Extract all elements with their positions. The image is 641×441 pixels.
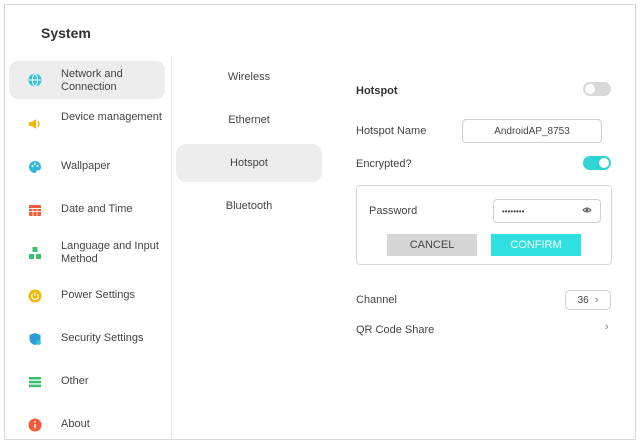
speaker-icon <box>27 116 43 132</box>
toggle-knob <box>599 158 609 168</box>
sidebar-item-wallpaper[interactable]: Wallpaper <box>9 148 165 186</box>
sidebar-item-other[interactable]: Other <box>9 363 165 401</box>
list-icon <box>27 374 43 390</box>
sidebar-item-label: Power Settings <box>61 289 135 301</box>
tab-ethernet[interactable]: Ethernet <box>176 101 322 139</box>
channel-selector[interactable]: 36 › <box>565 290 611 310</box>
power-icon <box>27 288 43 304</box>
app-title: System <box>41 25 91 41</box>
channel-label: Channel <box>356 294 397 306</box>
sidebar-item-label: Wallpaper <box>61 160 111 172</box>
sidebar-item-device[interactable]: Device management <box>9 105 165 143</box>
channel-value: 36 <box>577 294 589 306</box>
sidebar-item-language[interactable]: Language and Input Method <box>9 234 165 272</box>
sidebar-item-label: Security Settings <box>61 332 144 344</box>
qr-chevron-right-icon[interactable]: › <box>605 321 609 333</box>
palette-icon <box>27 159 43 175</box>
sidebar-item-security[interactable]: Security Settings <box>9 320 165 358</box>
settings-window: System Network and Connection Device man… <box>4 4 636 440</box>
tab-wireless[interactable]: Wireless <box>176 58 322 96</box>
sidebar-item-network[interactable]: Network and Connection <box>9 61 165 99</box>
globe-icon <box>27 72 43 88</box>
tab-hotspot[interactable]: Hotspot <box>176 144 322 182</box>
sidebar-item-label: Network and Connection <box>61 68 123 93</box>
cancel-button[interactable]: CANCEL <box>387 234 477 256</box>
tab-bluetooth[interactable]: Bluetooth <box>176 187 322 225</box>
encrypted-toggle[interactable] <box>583 156 611 170</box>
qr-code-label: QR Code Share <box>356 324 435 336</box>
password-label: Password <box>369 205 418 217</box>
toggle-knob <box>585 84 595 94</box>
sidebar-divider <box>171 57 172 439</box>
encrypted-label: Encrypted? <box>356 158 412 170</box>
password-dialog: Password •••••••• CANCEL CONFIRM <box>356 185 612 265</box>
sidebar-item-label: Other <box>61 375 89 387</box>
hotspot-name-label: Hotspot Name <box>356 125 427 137</box>
hotspot-name-field[interactable]: AndroidAP_8753 <box>462 119 602 143</box>
sidebar-item-label: Date and Time <box>61 203 133 215</box>
password-value: •••••••• <box>502 206 525 216</box>
info-icon <box>27 417 43 433</box>
shield-icon <box>27 331 43 347</box>
sidebar-item-label: Language and Input Method <box>61 240 159 265</box>
calendar-icon <box>27 202 43 218</box>
sidebar-item-label: Device management <box>61 111 162 123</box>
sidebar: Network and Connection Device management… <box>5 57 171 439</box>
language-icon <box>27 245 43 261</box>
chevron-right-icon: › <box>594 294 599 306</box>
password-field[interactable]: •••••••• <box>493 199 601 223</box>
sidebar-item-power[interactable]: Power Settings <box>9 277 165 315</box>
sidebar-item-about[interactable]: About <box>9 406 165 439</box>
confirm-button[interactable]: CONFIRM <box>491 234 581 256</box>
sidebar-item-label: About <box>61 418 90 430</box>
eye-icon[interactable] <box>582 205 592 218</box>
hotspot-title: Hotspot <box>356 85 398 97</box>
hotspot-toggle[interactable] <box>583 82 611 96</box>
sidebar-item-date-time[interactable]: Date and Time <box>9 191 165 229</box>
